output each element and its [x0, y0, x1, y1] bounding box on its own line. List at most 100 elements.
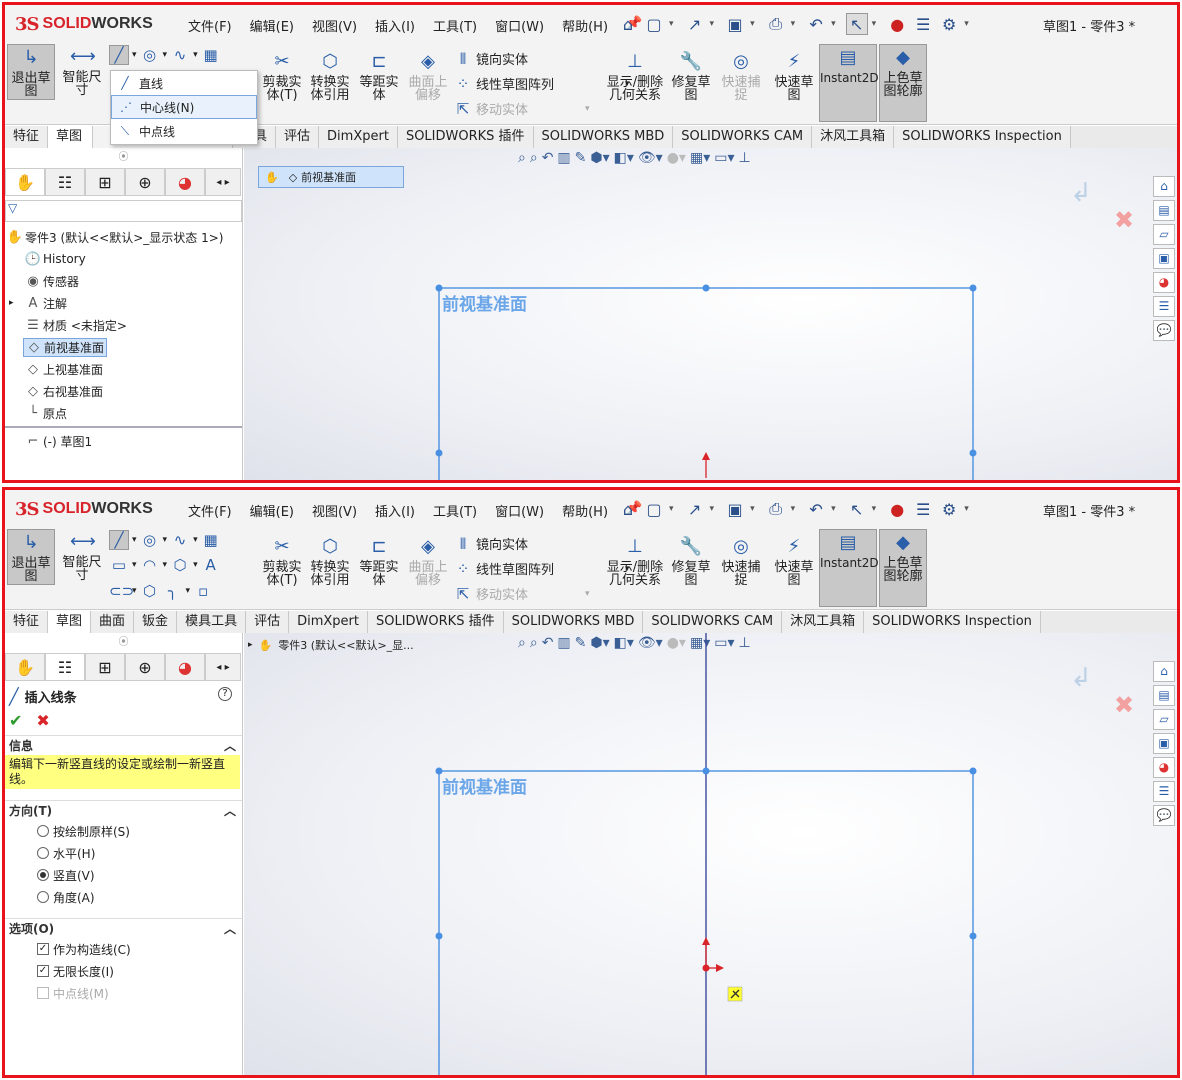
graphics-area[interactable]: ✋◇前视基准面 ⌕⌕↶▥✎⬢▾◧▾👁▾●▾▦▾▭▾⊥ ◧◨❐✕ ↲ ✖ ⌂▤▱▣… [244, 148, 1177, 480]
tab-cam[interactable]: SOLIDWORKS CAM [643, 611, 783, 633]
arc-icon[interactable]: ◠ [140, 556, 160, 574]
fillet-icon[interactable]: ╮ [163, 582, 183, 600]
tab-addins[interactable]: SOLIDWORKS 插件 [397, 126, 534, 148]
convert-entities-button[interactable]: ⬡ 转换实体引用 [307, 534, 353, 587]
display-relations-button[interactable]: ⊥ 显示/删除几何关系 [605, 49, 665, 102]
move-entities-button[interactable]: ⇱ 移动实体 ▾ [453, 584, 590, 604]
radio-vertical[interactable]: 竖直(V) [5, 864, 242, 886]
select-icon[interactable]: ↖ [845, 13, 868, 35]
display-manager-tab[interactable]: ◕ [165, 653, 205, 681]
convert-entities-button[interactable]: ⬡ 转换实体引用 [307, 49, 353, 102]
text-icon[interactable]: A [201, 556, 221, 574]
tab-sketch[interactable]: 草图 [48, 611, 92, 633]
tab-mbd[interactable]: SOLIDWORKS MBD [503, 611, 644, 633]
tree-item-right-plane[interactable]: ◇ 右视基准面 [5, 380, 242, 402]
gear-icon[interactable]: ⚙ [938, 13, 960, 35]
radio-button[interactable] [37, 891, 49, 903]
tree-item-material[interactable]: ☰ 材质 <未指定> [5, 314, 242, 336]
checkbox[interactable]: ✓ [37, 965, 49, 977]
radio-button[interactable] [37, 869, 49, 881]
graphics-area[interactable]: ▸✋零件3 (默认<<默认>_显... ⌕⌕↶▥✎⬢▾◧▾👁▾●▾▦▾▭▾⊥ ◧… [244, 633, 1177, 1075]
new-document-icon[interactable]: ▢ [643, 13, 665, 35]
print-icon[interactable]: ⎙ [765, 498, 787, 520]
menu-insert[interactable]: 插入(I) [375, 501, 415, 520]
configurationmanager-tab[interactable]: ⊞ [85, 653, 125, 681]
filter-bar[interactable]: ▽ [5, 200, 242, 222]
checkbox[interactable] [37, 987, 49, 999]
tab-dimxpert[interactable]: DimXpert [319, 126, 398, 148]
menu-help[interactable]: 帮助(H) [562, 16, 608, 35]
menu-tools[interactable]: 工具(T) [433, 16, 477, 35]
tab-mufeng[interactable]: 沐风工具箱 [812, 126, 895, 148]
line-icon[interactable]: ╱ [109, 45, 129, 65]
tree-item-top-plane[interactable]: ◇ 上视基准面 [5, 358, 242, 380]
pane-scroll[interactable]: ◂ ▸ [205, 168, 241, 196]
menu-window[interactable]: 窗口(W) [495, 501, 544, 520]
exit-sketch-button[interactable]: ↳ 退出草图 [7, 529, 55, 585]
tab-mbd[interactable]: SOLIDWORKS MBD [533, 126, 674, 148]
plane-icon[interactable]: ▦ [201, 46, 221, 64]
cancel-icon[interactable]: ✖ [36, 711, 49, 730]
tree-item-sensors[interactable]: ◉ 传感器 [5, 270, 242, 292]
mirror-button[interactable]: ⫴ 镜向实体 [453, 534, 528, 554]
linear-pattern-button[interactable]: ⁘ 线性草图阵列 ▾ [453, 559, 630, 579]
check-construction[interactable]: ✓ 作为构造线(C) [5, 938, 242, 960]
traffic-light-icon[interactable]: ● [886, 13, 908, 35]
radio-as-sketched[interactable]: 按绘制原样(S) [5, 820, 242, 842]
tree-item-origin[interactable]: └ 原点 [5, 402, 242, 424]
shaded-contours-button[interactable]: ◆ 上色草图轮廓 [879, 44, 927, 122]
tab-mold-tools[interactable]: 模具工具 [177, 611, 247, 633]
propertymanager-tab[interactable]: ☷ [45, 653, 85, 681]
menu-item-midpoint-line[interactable]: ⟍ 中点线 [111, 119, 257, 143]
repair-sketch-button[interactable]: 🔧 修复草图 [671, 49, 711, 102]
radio-button[interactable] [37, 847, 49, 859]
ok-icon[interactable]: ✔ [9, 711, 22, 730]
check-infinite-length[interactable]: ✓ 无限长度(I) [5, 960, 242, 982]
spline-icon[interactable]: ∿ [170, 46, 190, 64]
radio-angle[interactable]: 角度(A) [5, 886, 242, 908]
offset-entities-button[interactable]: ⊏ 等距实体 [357, 49, 401, 102]
splitter-handle[interactable]: ⦿ [5, 633, 242, 648]
dimxpert-tab[interactable]: ⊕ [125, 168, 165, 196]
propertymanager-tab[interactable]: ☷ [45, 168, 85, 196]
dimxpert-tab[interactable]: ⊕ [125, 653, 165, 681]
tree-root[interactable]: ✋ 零件3 (默认<<默认>_显示状态 1>) [5, 226, 242, 248]
trim-button[interactable]: ✂ 剪裁实体(T) [261, 49, 303, 102]
menu-item-line[interactable]: ╱ 直线 [111, 71, 257, 95]
rectangle-icon[interactable]: ▭ [109, 556, 129, 574]
plane-icon[interactable]: ▦ [201, 531, 221, 549]
spline-icon[interactable]: ∿ [170, 531, 190, 549]
menu-window[interactable]: 窗口(W) [495, 16, 544, 35]
slot-icon[interactable]: ⊂⊃ [109, 582, 134, 600]
check-midpoint-line[interactable]: 中点线(M) [5, 982, 242, 1004]
home-icon[interactable]: ⌂ [617, 13, 639, 35]
traffic-light-icon[interactable]: ● [886, 498, 908, 520]
repair-sketch-button[interactable]: 🔧 修复草图 [671, 534, 711, 587]
file-properties-icon[interactable]: ☰ [912, 498, 934, 520]
instant2d-button[interactable]: ▤ Instant2D [819, 529, 879, 607]
offset-entities-button[interactable]: ⊏ 等距实体 [357, 534, 401, 587]
menu-item-centerline[interactable]: ⋰ 中心线(N) [111, 95, 257, 119]
undo-icon[interactable]: ↶ [805, 498, 827, 520]
home-icon[interactable]: ⌂ [617, 498, 639, 520]
mirror-button[interactable]: ⫴ 镜向实体 [453, 49, 528, 69]
polygon-icon[interactable]: ⬡ [140, 582, 160, 600]
display-relations-button[interactable]: ⊥ 显示/删除几何关系 [605, 534, 665, 587]
polygon-icon[interactable]: ⬡ [170, 556, 190, 574]
menu-tools[interactable]: 工具(T) [433, 501, 477, 520]
checkbox[interactable]: ✓ [37, 943, 49, 955]
direction-header[interactable]: 方向(T) ︿ [5, 800, 242, 820]
smart-dimension-button[interactable]: ⟷ 智能尺寸 [57, 529, 107, 582]
quick-snaps-button[interactable]: ◎ 快速捕捉 [721, 534, 761, 587]
menu-edit[interactable]: 编辑(E) [250, 501, 294, 520]
menu-view[interactable]: 视图(V) [312, 501, 357, 520]
trim-button[interactable]: ✂ 剪裁实体(T) [261, 534, 303, 587]
menu-edit[interactable]: 编辑(E) [250, 16, 294, 35]
options-header[interactable]: 选项(O) ︿ [5, 918, 242, 938]
rapid-sketch-button[interactable]: ⚡ 快速草图 [771, 534, 817, 587]
featuremanager-tab[interactable]: ✋ [5, 168, 45, 196]
pane-scroll[interactable]: ◂ ▸ [205, 653, 241, 681]
instant2d-button[interactable]: ▤ Instant2D [819, 44, 879, 122]
tree-item-annotations[interactable]: ▸ A 注解 [5, 292, 242, 314]
file-properties-icon[interactable]: ☰ [912, 13, 934, 35]
